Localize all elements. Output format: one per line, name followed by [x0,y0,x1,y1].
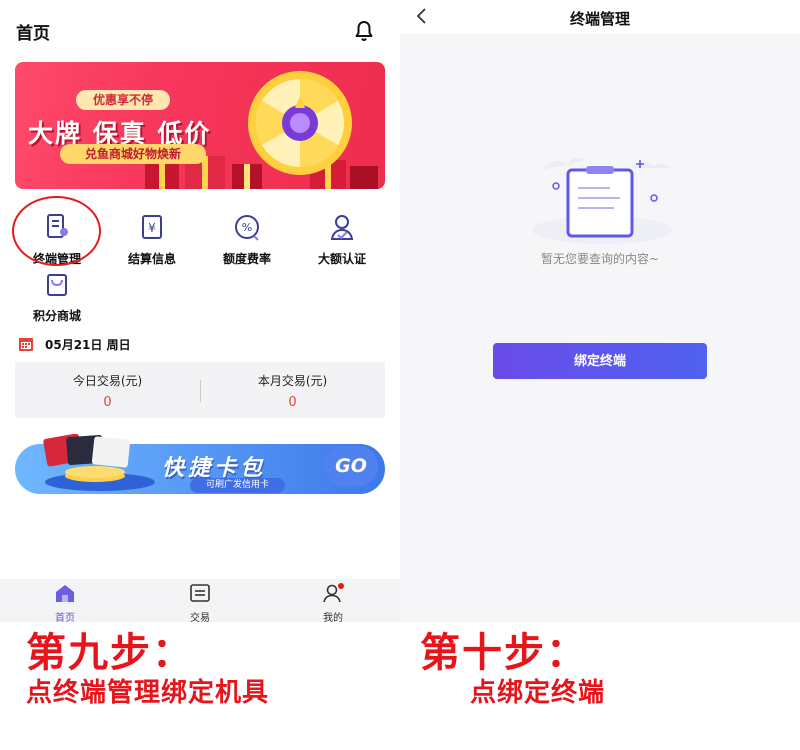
svg-text:%: % [242,221,252,234]
page-title: 首页 [16,24,50,44]
banner-subtitle: 兑鱼商城好物焕新 [60,144,206,164]
bottom-tab-bar: 首页 交易 我的 [0,579,400,624]
tab-profile[interactable]: 我的 [288,583,378,624]
settlement-icon: ¥ [142,215,162,239]
menu-label: 结算信息 [127,252,176,266]
home-icon [56,585,74,602]
empty-state-text: 暂无您要查询的内容~ [540,252,660,266]
stat-label: 今日交易(元) [72,374,143,388]
home-screen: 首页 优惠享不停 大牌 保真 低价 兑鱼商城好物焕新 终端管理 ¥ 结算信息 %… [0,0,400,624]
bell-icon[interactable] [352,19,376,43]
menu-item-verify[interactable]: 大额认证 [297,212,387,267]
terminal-management-screen: 终端管理 暂无您要查询的内容~ 绑定终端 [400,0,800,622]
tab-transaction[interactable]: 交易 [155,583,245,624]
prize-wheel-image [248,71,352,175]
stat-label: 本月交易(元) [257,374,328,388]
menu-item-rate[interactable]: % 额度费率 [202,212,292,267]
step9-desc: 点终端管理绑定机具 [26,678,270,708]
step10-desc: 点绑定终端 [470,678,606,708]
shopping-bag-icon [47,274,67,296]
rate-icon: % [235,215,259,241]
step9-title: 第九步： [26,630,194,676]
back-arrow-icon[interactable] [414,6,428,26]
stat-month[interactable]: 本月交易(元) 0 [200,372,385,410]
tab-label: 我的 [323,613,343,624]
menu-item-points-mall[interactable]: 积分商城 [12,269,102,324]
profile-icon [323,583,344,603]
menu-label: 大额认证 [317,252,366,266]
transaction-icon [190,584,210,602]
header: 首页 [0,0,400,58]
card-wallet-subtitle: 可刷广发信用卡 [190,478,285,493]
calendar-icon [19,338,33,351]
header: 终端管理 [400,0,800,34]
tab-home[interactable]: 首页 [20,583,110,624]
stat-value: 0 [103,395,112,410]
transaction-stats: 今日交易(元) 0 本月交易(元) 0 [15,362,385,418]
svg-text:¥: ¥ [148,221,156,235]
date-text: 05月21日 周日 [45,338,131,352]
go-button[interactable]: GO [324,446,378,486]
stat-value: 0 [288,395,297,410]
menu-item-settlement[interactable]: ¥ 结算信息 [107,212,197,267]
bind-terminal-button[interactable]: 绑定终端 [493,343,707,379]
menu-label: 额度费率 [222,252,271,266]
page-title: 终端管理 [569,10,630,28]
empty-clipboard-illustration [532,157,672,244]
step10-title: 第十步： [420,630,588,676]
menu-label: 积分商城 [32,309,81,323]
verify-user-icon [330,215,354,240]
highlight-circle [12,196,101,266]
stat-today[interactable]: 今日交易(元) 0 [15,372,200,410]
banner-pill: 优惠享不停 [76,90,170,110]
